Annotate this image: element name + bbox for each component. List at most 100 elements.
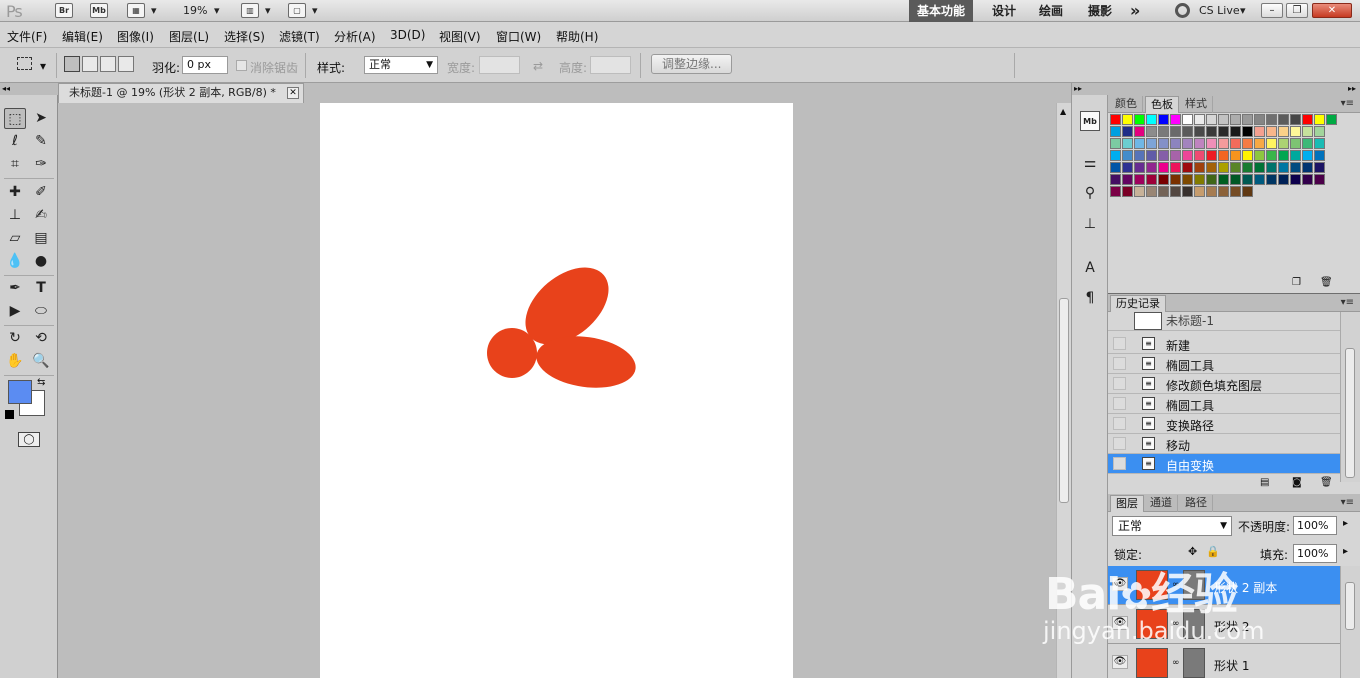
- color-swatch[interactable]: [1326, 114, 1337, 125]
- blend-mode-select[interactable]: 正常 ▼: [1112, 516, 1232, 536]
- color-swatch[interactable]: [1254, 150, 1265, 161]
- color-swatch[interactable]: [1146, 162, 1157, 173]
- color-swatch[interactable]: [1242, 114, 1253, 125]
- color-swatch[interactable]: [1170, 174, 1181, 185]
- foreground-color-swatch[interactable]: [8, 380, 32, 404]
- history-state[interactable]: ≡ 移动: [1108, 434, 1340, 454]
- color-swatch[interactable]: [1230, 174, 1241, 185]
- link-icon[interactable]: ∞: [1172, 658, 1180, 668]
- menu-view[interactable]: 视图(V): [439, 28, 481, 45]
- history-source-checkbox[interactable]: [1113, 337, 1126, 350]
- color-swatch[interactable]: [1242, 150, 1253, 161]
- mini-bridge-button[interactable]: Mb: [90, 3, 108, 18]
- color-swatch[interactable]: [1266, 138, 1277, 149]
- history-state[interactable]: ≡ 自由变换: [1108, 454, 1340, 474]
- color-swatch[interactable]: [1266, 174, 1277, 185]
- preset-dropdown-icon[interactable]: ▾: [40, 59, 46, 73]
- panel-menu-icon[interactable]: ▾≡: [1341, 297, 1354, 308]
- color-swatch[interactable]: [1122, 174, 1133, 185]
- history-source-checkbox[interactable]: [1113, 457, 1126, 470]
- vector-mask-thumbnail[interactable]: [1183, 648, 1205, 678]
- color-swatch[interactable]: [1194, 162, 1205, 173]
- marquee-preset-icon[interactable]: [17, 57, 32, 70]
- menu-filter[interactable]: 滤镜(T): [279, 28, 320, 45]
- history-snapshot[interactable]: 未标题-1: [1108, 312, 1340, 331]
- color-swatch[interactable]: [1230, 126, 1241, 137]
- color-swatch[interactable]: [1290, 126, 1301, 137]
- color-swatch[interactable]: [1194, 186, 1205, 197]
- color-swatch[interactable]: [1230, 186, 1241, 197]
- color-swatch[interactable]: [1134, 114, 1145, 125]
- color-swatch[interactable]: [1266, 126, 1277, 137]
- color-swatch[interactable]: [1158, 114, 1169, 125]
- color-swatch[interactable]: [1206, 174, 1217, 185]
- color-swatch[interactable]: [1134, 150, 1145, 161]
- history-state[interactable]: ≡ 椭圆工具: [1108, 394, 1340, 414]
- arrange-documents-icon[interactable]: ▥: [241, 3, 259, 18]
- color-swatch[interactable]: [1110, 174, 1121, 185]
- color-swatch[interactable]: [1158, 150, 1169, 161]
- move-tool-icon[interactable]: ➤: [30, 108, 52, 129]
- shape-ellipse-small[interactable]: [487, 328, 537, 378]
- arrange-dropdown-icon[interactable]: ▾: [265, 4, 271, 17]
- color-swatch[interactable]: [1242, 174, 1253, 185]
- eraser-tool-icon[interactable]: ▱: [4, 228, 26, 249]
- color-swatch[interactable]: [1194, 150, 1205, 161]
- restore-button[interactable]: ❐: [1286, 3, 1308, 18]
- workspace-photography[interactable]: 摄影: [1080, 0, 1120, 22]
- type-tool-icon[interactable]: T: [30, 278, 52, 299]
- color-swatch[interactable]: [1254, 114, 1265, 125]
- color-swatch[interactable]: [1254, 174, 1265, 185]
- color-swatch[interactable]: [1230, 150, 1241, 161]
- spot-healing-brush-tool-icon[interactable]: ✚: [4, 182, 26, 203]
- color-swatch[interactable]: [1302, 150, 1313, 161]
- history-state[interactable]: ≡ 新建: [1108, 334, 1340, 354]
- document-canvas[interactable]: [320, 103, 793, 678]
- screen-mode-icon[interactable]: ▢: [288, 3, 306, 18]
- color-swatch[interactable]: [1110, 162, 1121, 173]
- color-swatch[interactable]: [1134, 186, 1145, 197]
- crop-tool-icon[interactable]: ⌗: [4, 154, 26, 175]
- color-swatch[interactable]: [1278, 150, 1289, 161]
- workspace-design[interactable]: 设计: [984, 0, 1024, 22]
- color-swatch[interactable]: [1218, 114, 1229, 125]
- menu-layer[interactable]: 图层(L): [169, 28, 209, 45]
- lock-position-icon[interactable]: ✥: [1188, 545, 1197, 558]
- workspace-painting[interactable]: 绘画: [1031, 0, 1071, 22]
- zoom-tool-icon[interactable]: 🔍: [30, 351, 52, 372]
- color-swatch[interactable]: [1170, 186, 1181, 197]
- scrollbar-thumb[interactable]: [1059, 298, 1069, 503]
- color-swatch[interactable]: [1170, 138, 1181, 149]
- color-swatch[interactable]: [1290, 114, 1301, 125]
- hand-tool-icon[interactable]: ✋: [4, 351, 26, 372]
- ellipse-tool-icon[interactable]: ⬭: [30, 301, 52, 322]
- color-swatch[interactable]: [1254, 126, 1265, 137]
- opacity-input[interactable]: 100%: [1293, 516, 1337, 535]
- dodge-tool-icon[interactable]: ●: [30, 251, 52, 272]
- color-swatch[interactable]: [1278, 174, 1289, 185]
- zoom-level[interactable]: 19%: [183, 4, 207, 17]
- panel-menu-icon[interactable]: ▾≡: [1341, 98, 1354, 109]
- color-swatch[interactable]: [1110, 138, 1121, 149]
- zoom-dropdown-icon[interactable]: ▾: [214, 4, 220, 17]
- dock-expand-icon[interactable]: ▸▸: [1072, 83, 1108, 95]
- color-swatch[interactable]: [1290, 174, 1301, 185]
- menu-help[interactable]: 帮助(H): [556, 28, 598, 45]
- scrollbar-thumb[interactable]: [1345, 582, 1355, 630]
- color-swatch[interactable]: [1266, 162, 1277, 173]
- layer-row[interactable]: 👁 ∞ 形状 1: [1108, 644, 1340, 678]
- history-scrollbar[interactable]: [1340, 312, 1360, 482]
- menu-file[interactable]: 文件(F): [7, 28, 47, 45]
- color-swatch[interactable]: [1218, 150, 1229, 161]
- color-swatch[interactable]: [1218, 138, 1229, 149]
- menu-analysis[interactable]: 分析(A): [334, 28, 376, 45]
- new-snapshot-icon[interactable]: ◙: [1292, 477, 1302, 488]
- color-swatch[interactable]: [1182, 162, 1193, 173]
- subtract-from-selection-icon[interactable]: [100, 56, 116, 72]
- mini-bridge-icon[interactable]: Mb: [1080, 111, 1100, 131]
- history-source-checkbox[interactable]: [1113, 357, 1126, 370]
- history-source-checkbox[interactable]: [1113, 417, 1126, 430]
- color-swatch[interactable]: [1266, 150, 1277, 161]
- color-swatch[interactable]: [1218, 162, 1229, 173]
- color-swatch[interactable]: [1314, 126, 1325, 137]
